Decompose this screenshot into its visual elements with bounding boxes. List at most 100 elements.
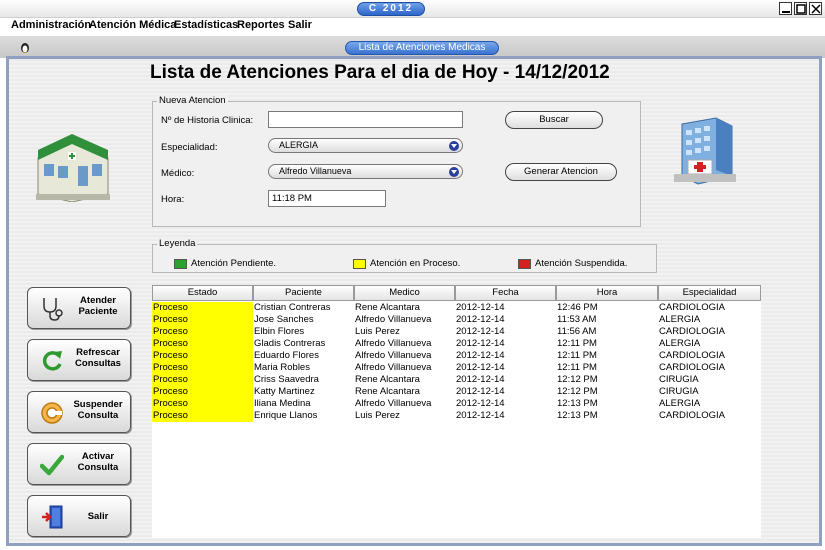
cell-especialidad: ALERGIA (659, 398, 701, 409)
medico-label: Médico: (161, 168, 195, 179)
cell-fecha: 2012-12-14 (456, 338, 505, 349)
hora-input[interactable]: 11:18 PM (268, 190, 386, 207)
window-titlebar: C 2012 (0, 0, 825, 18)
column-header-medico[interactable]: Medico (354, 285, 455, 301)
medico-select[interactable]: Alfredo Villanueva (268, 164, 463, 179)
cell-hora: 12:46 PM (557, 302, 598, 313)
minimize-icon[interactable] (779, 2, 792, 15)
refrescar-consultas-label: Refrescar Consultas (75, 347, 121, 369)
leyenda-legend: Leyenda (157, 238, 198, 250)
cell-especialidad: CIRUGIA (659, 374, 699, 385)
salir-label: Salir (87, 511, 109, 522)
atender-paciente-label: Atender Paciente (78, 295, 118, 317)
atender-paciente-button[interactable]: Atender Paciente (27, 287, 131, 329)
table-row[interactable]: Proceso Criss Saavedra Rene Alcantara 2012-… (152, 374, 761, 386)
column-header-paciente[interactable]: Paciente (253, 285, 354, 301)
menu-reportes[interactable]: Reportes (237, 18, 285, 32)
historia-label: Nº de Historia Clinica: (161, 115, 254, 126)
cell-estado: Proceso (152, 314, 253, 326)
cell-estado: Proceso (152, 326, 253, 338)
menubar: Administración Atención Médica Estadísti… (0, 18, 825, 33)
menu-estadisticas[interactable]: Estadísticas (174, 18, 238, 32)
pharmacy-building-icon (36, 134, 110, 202)
cell-medico: Rene Alcantara (355, 302, 420, 313)
cell-fecha: 2012-12-14 (456, 326, 505, 337)
menu-administracion[interactable]: Administración (11, 18, 91, 32)
cell-estado: Proceso (152, 362, 253, 374)
table-row[interactable]: Proceso Eduardo Flores Alfredo Villanueva 2… (152, 350, 761, 362)
cell-fecha: 2012-12-14 (456, 398, 505, 409)
column-header-fecha[interactable]: Fecha (455, 285, 556, 301)
cell-paciente: Gladis Contreras (254, 338, 326, 349)
cell-paciente: Iliana Medina (254, 398, 311, 409)
checkmark-icon (40, 454, 64, 476)
suspender-consulta-label: Suspender Consulta (73, 399, 123, 421)
cell-medico: Luis Perez (355, 410, 400, 421)
cell-paciente: Enrique Llanos (254, 410, 318, 421)
pendiente-label: Atención Pendiente. (191, 258, 277, 269)
menu-salir[interactable]: Salir (288, 18, 312, 32)
cell-paciente: Cristian Contreras (254, 302, 331, 313)
historia-input[interactable] (268, 111, 463, 128)
cell-estado: Proceso (152, 302, 253, 314)
buscar-button[interactable]: Buscar (505, 111, 603, 129)
cell-hora: 12:11 PM (557, 350, 597, 361)
especialidad-label: Especialidad: (161, 142, 218, 153)
cell-paciente: Eduardo Flores (254, 350, 319, 361)
table-row[interactable]: Proceso Jose Sanches Alfredo Villanueva 201… (152, 314, 761, 326)
chevron-down-icon[interactable] (449, 167, 459, 177)
cell-estado: Proceso (152, 410, 253, 422)
cell-fecha: 2012-12-14 (456, 302, 505, 313)
menu-atencion-medica[interactable]: Atención Médica (89, 18, 176, 32)
suspender-consulta-button[interactable]: Suspender Consulta (27, 391, 131, 433)
table-row[interactable]: Proceso Gladis Contreras Alfredo Villanuev… (152, 338, 761, 350)
cell-paciente: Jose Sanches (254, 314, 314, 325)
cell-medico: Alfredo Villanueva (355, 314, 432, 325)
atenciones-table: Estado Paciente Medico Fecha Hora Especialida… (152, 285, 761, 538)
cell-especialidad: CARDIOLOGIA (659, 410, 725, 421)
cell-estado: Proceso (152, 386, 253, 398)
cell-hora: 12:13 PM (557, 398, 598, 409)
proceso-label: Atención en Proceso. (370, 258, 461, 269)
cell-medico: Alfredo Villanueva (355, 350, 432, 361)
cell-fecha: 2012-12-14 (456, 410, 505, 421)
cell-especialidad: CARDIOLOGIA (659, 302, 725, 313)
cell-medico: Luis Perez (355, 326, 400, 337)
cell-fecha: 2012-12-14 (456, 386, 505, 397)
refresh-icon (42, 351, 62, 371)
table-row[interactable]: Proceso Elbin Flores Luis Perez 2012-12-14 1… (152, 326, 761, 338)
column-header-hora[interactable]: Hora (556, 285, 658, 301)
salir-button[interactable]: Salir (27, 495, 131, 537)
table-row[interactable]: Proceso Iliana Medina Alfredo Villanueva 20… (152, 398, 761, 410)
table-row[interactable]: Proceso Katty Martinez Rene Alcantara 2012-… (152, 386, 761, 398)
cell-paciente: Elbin Flores (254, 326, 305, 337)
table-row[interactable]: Proceso Maria Robles Alfredo Villanueva 201… (152, 362, 761, 374)
suspendida-swatch (518, 259, 531, 269)
cell-estado: Proceso (152, 350, 253, 362)
close-icon[interactable] (809, 2, 822, 15)
cell-paciente: Katty Martinez (254, 386, 315, 397)
activar-consulta-button[interactable]: Activar Consulta (27, 443, 131, 485)
pendiente-swatch (174, 259, 187, 269)
cell-hora: 11:56 AM (557, 326, 597, 337)
cell-hora: 12:12 PM (557, 386, 598, 397)
proceso-swatch (353, 259, 366, 269)
cell-especialidad: CIRUGIA (659, 386, 699, 397)
cell-especialidad: CARDIOLOGIA (659, 362, 725, 373)
generar-atencion-button[interactable]: Generar Atencion (505, 163, 617, 181)
cell-fecha: 2012-12-14 (456, 374, 505, 385)
column-header-especialidad[interactable]: Especialidad (658, 285, 761, 301)
cell-medico: Rene Alcantara (355, 386, 420, 397)
cell-especialidad: ALERGIA (659, 338, 701, 349)
suspend-icon (41, 402, 63, 424)
table-row[interactable]: Proceso Cristian Contreras Rene Alcantara 2… (152, 302, 761, 314)
column-header-estado[interactable]: Estado (152, 285, 253, 301)
cell-hora: 12:11 PM (557, 362, 597, 373)
maximize-icon[interactable] (794, 2, 807, 15)
especialidad-select[interactable]: ALERGIA (268, 138, 463, 153)
table-row[interactable]: Proceso Enrique Llanos Luis Perez 2012-12-1… (152, 410, 761, 422)
cell-especialidad: CARDIOLOGIA (659, 350, 725, 361)
window-title: C 2012 (357, 2, 425, 16)
chevron-down-icon[interactable] (449, 141, 459, 151)
refrescar-consultas-button[interactable]: Refrescar Consultas (27, 339, 131, 381)
